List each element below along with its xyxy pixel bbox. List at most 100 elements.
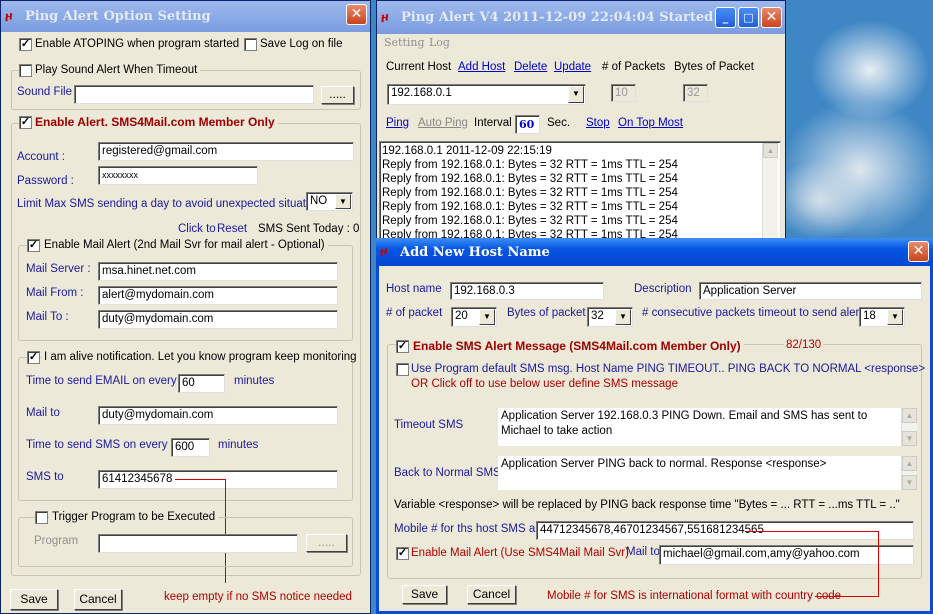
browse-program-button[interactable]: ..... bbox=[306, 534, 347, 552]
mail-alert-checkbox[interactable]: ✓ bbox=[27, 239, 40, 252]
packet-select[interactable]: 20 ▼ bbox=[451, 307, 497, 327]
normal-sms-textarea[interactable]: Application Server PING back to normal. … bbox=[498, 456, 917, 490]
consecutive-label: # consecutive packets timeout to send al… bbox=[642, 307, 863, 319]
mail-to-input[interactable]: duty@mydomain.com bbox=[98, 310, 338, 329]
normal-scrollbar[interactable]: ▲ ▼ bbox=[901, 456, 917, 490]
minutes-label: minutes bbox=[234, 375, 275, 387]
menu-log[interactable]: Log bbox=[429, 36, 450, 49]
scroll-up-icon[interactable]: ▲ bbox=[902, 408, 917, 423]
timeout-sms-textarea[interactable]: Application Server 192.168.0.3 PING Down… bbox=[498, 408, 917, 446]
save-log-checkbox[interactable] bbox=[244, 38, 257, 51]
account-input[interactable]: registered@gmail.com bbox=[98, 142, 354, 161]
stop-link[interactable]: Stop bbox=[586, 117, 610, 129]
alive-label: I am alive notification. Let you know pr… bbox=[41, 351, 360, 363]
enable-alert-checkbox[interactable]: ✓ bbox=[19, 116, 32, 129]
account-label: Account : bbox=[17, 151, 65, 163]
main-window: ዞ Ping Alert V4 2011-12-09 22:04:04 Star… bbox=[376, 0, 786, 251]
add-host-titlebar: ዞ Add New Host Name ✕ bbox=[376, 238, 933, 266]
window-title: Add New Host Name bbox=[400, 244, 550, 260]
minimize-button[interactable]: _ bbox=[715, 7, 736, 28]
sms-every-input[interactable]: 600 bbox=[171, 438, 210, 457]
program-input[interactable] bbox=[98, 534, 298, 553]
cancel-button[interactable]: Cancel bbox=[74, 589, 122, 610]
chevron-down-icon[interactable]: ▼ bbox=[887, 309, 903, 325]
add-host-dialog: ዞ Add New Host Name ✕ Host name 192.168.… bbox=[376, 238, 933, 614]
email-every-input[interactable]: 60 bbox=[178, 374, 225, 393]
description-label: Description bbox=[634, 283, 692, 295]
scroll-up-icon[interactable]: ▲ bbox=[763, 143, 778, 158]
limit-sms-value: NO bbox=[310, 195, 328, 207]
mail-server-label: Mail Server : bbox=[26, 263, 91, 275]
scroll-up-icon[interactable]: ▲ bbox=[902, 456, 917, 471]
limit-sms-select[interactable]: NO ▼ bbox=[306, 192, 353, 211]
chevron-down-icon[interactable]: ▼ bbox=[615, 309, 631, 325]
sound-file-input[interactable] bbox=[74, 85, 314, 104]
log-scrollbar[interactable]: ▲ bbox=[762, 143, 778, 250]
save-button[interactable]: Save bbox=[402, 585, 447, 604]
add-host-link[interactable]: Add Host bbox=[458, 61, 505, 73]
packet-value: 20 bbox=[455, 310, 468, 322]
delete-link[interactable]: Delete bbox=[514, 61, 547, 73]
packets-input[interactable]: 10 bbox=[611, 84, 636, 102]
mobile-label: Mobile # for ths host SMS alert bbox=[394, 523, 552, 535]
mail-server-input[interactable]: msa.hinet.net.com bbox=[98, 262, 338, 281]
log-line: 192.168.0.1 2011-12-09 22:15:19 bbox=[382, 145, 552, 157]
sms-every-label: Time to send SMS on every bbox=[26, 439, 168, 451]
description-input[interactable]: Application Server bbox=[699, 282, 922, 300]
scroll-down-icon[interactable]: ▼ bbox=[902, 475, 917, 490]
password-input[interactable]: xxxxxxxx bbox=[98, 166, 258, 185]
mail-to-label: Mail To : bbox=[26, 311, 69, 323]
scroll-down-icon[interactable]: ▼ bbox=[902, 431, 917, 446]
host-name-input[interactable]: 192.168.0.3 bbox=[450, 282, 604, 300]
option-titlebar: ዞ Ping Alert Option Setting ✕ bbox=[1, 1, 370, 32]
ping-link[interactable]: Ping bbox=[386, 117, 409, 129]
close-button[interactable]: ✕ bbox=[908, 241, 929, 262]
chevron-down-icon[interactable]: ▼ bbox=[335, 194, 351, 209]
bytes-select[interactable]: 32 ▼ bbox=[587, 307, 633, 327]
close-button[interactable]: ✕ bbox=[761, 7, 782, 28]
mail-alert-checkbox[interactable]: ✓ bbox=[396, 547, 409, 560]
use-default-label: Use Program default SMS msg. Host Name P… bbox=[411, 363, 926, 375]
on-top-most-link[interactable]: On Top Most bbox=[618, 117, 683, 129]
enable-atoping-checkbox[interactable]: ✓ bbox=[19, 38, 32, 51]
app-logo-icon: ዞ bbox=[380, 244, 388, 260]
reset-link[interactable]: Reset bbox=[217, 223, 247, 235]
mail-to-input[interactable]: michael@gmail.com,amy@yahoo.com bbox=[659, 545, 914, 565]
option-window: ዞ Ping Alert Option Setting ✕ ✓ Enable A… bbox=[0, 0, 371, 614]
save-log-label: Save Log on file bbox=[260, 38, 343, 50]
host-select[interactable]: 192.168.0.1 ▼ bbox=[387, 84, 586, 105]
browse-sound-button[interactable]: ..... bbox=[321, 86, 354, 104]
update-link[interactable]: Update bbox=[554, 61, 591, 73]
trigger-checkbox[interactable] bbox=[35, 511, 48, 524]
sound-file-label: Sound File bbox=[17, 86, 72, 98]
save-button[interactable]: Save bbox=[10, 589, 58, 610]
maximize-button[interactable]: □ bbox=[738, 7, 759, 28]
use-default-checkbox[interactable] bbox=[396, 363, 409, 376]
program-label: Program bbox=[34, 535, 79, 547]
interval-input[interactable]: 60 bbox=[515, 115, 540, 134]
alive-mail-to-input[interactable]: duty@mydomain.com bbox=[98, 406, 338, 425]
menu-setting[interactable]: Setting bbox=[384, 36, 425, 49]
enable-sms-checkbox[interactable]: ✓ bbox=[396, 340, 409, 353]
app-logo-icon: ዞ bbox=[5, 8, 13, 25]
mail-from-input[interactable]: alert@mydomain.com bbox=[98, 286, 338, 305]
play-sound-checkbox[interactable] bbox=[19, 64, 32, 77]
annotation-line bbox=[878, 531, 879, 597]
host-name-label: Host name bbox=[386, 283, 442, 295]
current-host-label: Current Host bbox=[386, 61, 452, 73]
close-button[interactable]: ✕ bbox=[346, 4, 367, 25]
window-title: Ping Alert Option Setting bbox=[25, 9, 211, 24]
chevron-down-icon[interactable]: ▼ bbox=[479, 309, 495, 325]
alive-checkbox[interactable]: ✓ bbox=[27, 351, 40, 364]
chevron-down-icon[interactable]: ▼ bbox=[568, 86, 584, 103]
auto-ping-link[interactable]: Auto Ping bbox=[418, 117, 468, 129]
timeout-scrollbar[interactable]: ▲ ▼ bbox=[901, 408, 917, 446]
annotation-line bbox=[745, 531, 879, 532]
ping-log[interactable]: 192.168.0.1 2011-12-09 22:15:19 Reply fr… bbox=[379, 141, 781, 251]
bytes-input[interactable]: 32 bbox=[683, 84, 708, 102]
bytes-value: 32 bbox=[591, 310, 604, 322]
cancel-button[interactable]: Cancel bbox=[467, 585, 516, 604]
mail-to-label: Mail to bbox=[626, 546, 660, 558]
consecutive-select[interactable]: 18 ▼ bbox=[859, 307, 905, 327]
click-to-label: Click to bbox=[178, 223, 216, 235]
